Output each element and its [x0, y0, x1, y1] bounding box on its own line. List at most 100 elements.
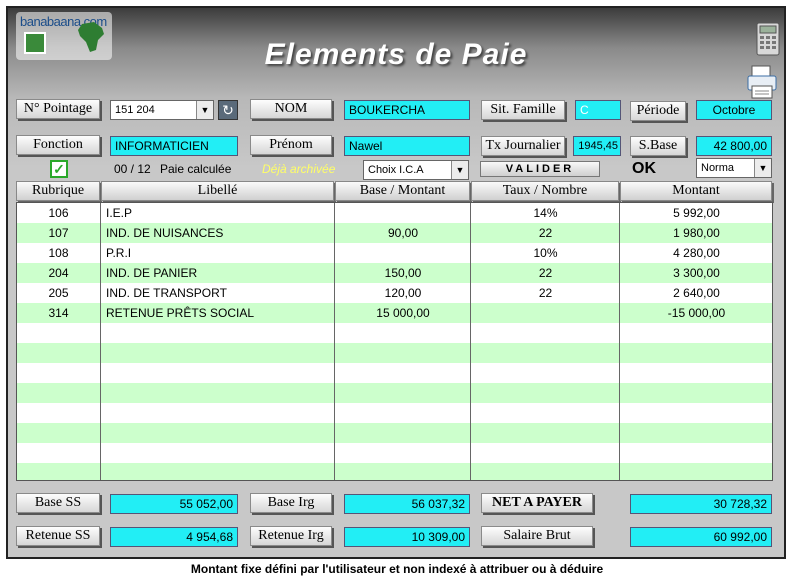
periode-field[interactable]: Octobre — [696, 100, 772, 120]
net-a-payer-field: 30 728,32 — [630, 494, 772, 514]
column-header-taux[interactable]: Taux / Nombre — [471, 181, 619, 201]
cell-rubrique — [17, 343, 101, 363]
table-row[interactable]: 314 RETENUE PRÊTS SOCIAL 15 000,00 -15 000,… — [17, 303, 772, 323]
cell-libelle — [102, 383, 335, 403]
valider-button[interactable]: VALIDER — [480, 161, 600, 177]
deja-archivee-text: Déjà archivée — [262, 162, 336, 176]
refresh-icon[interactable]: ↻ — [218, 100, 238, 120]
ok-status: OK — [632, 160, 656, 177]
cell-libelle — [102, 463, 335, 480]
empty-table-row[interactable] — [17, 443, 772, 463]
empty-table-row[interactable] — [17, 363, 772, 383]
cell-base — [336, 343, 471, 363]
fonction-label: Fonction — [16, 135, 100, 155]
cell-base: 120,00 — [336, 283, 471, 303]
choix-ica-value: Choix I.C.A — [368, 164, 424, 176]
empty-table-row[interactable] — [17, 343, 772, 363]
cell-base — [336, 383, 471, 403]
pointage-select[interactable]: 151 204 ▼ — [110, 100, 214, 120]
checkbox-checked-icon[interactable]: ✓ — [50, 160, 68, 178]
cell-montant: 3 300,00 — [673, 266, 720, 280]
cell-libelle: IND. DE TRANSPORT — [102, 283, 335, 303]
base-irg-field: 56 037,32 — [344, 494, 470, 514]
periode-label: Période — [630, 101, 686, 121]
cell-base: 90,00 — [336, 223, 471, 243]
table-row[interactable]: 107 IND. DE NUISANCES 90,00 22 1 980,00 — [17, 223, 772, 243]
sbase-label: S.Base — [630, 136, 686, 156]
prenom-field[interactable]: Nawel — [344, 136, 470, 156]
table-row[interactable]: 204 IND. DE PANIER 150,00 22 3 300,00 — [17, 263, 772, 283]
cell-base — [336, 243, 471, 263]
sbase-field[interactable]: 42 800,00 — [696, 136, 772, 156]
cell-rubrique — [17, 403, 101, 423]
empty-table-row[interactable] — [17, 383, 772, 403]
tx-journalier-label: Tx Journalier — [481, 136, 565, 156]
cell-libelle — [102, 403, 335, 423]
pointage-value: 151 204 — [115, 104, 155, 116]
cell-base: 150,00 — [336, 263, 471, 283]
cell-base — [336, 363, 471, 383]
page-title: Elements de Paie — [264, 38, 528, 71]
cell-base — [336, 323, 471, 343]
net-a-payer-label: NET A PAYER — [481, 493, 593, 513]
cell-rubrique: 204 — [17, 263, 101, 283]
empty-table-row[interactable] — [17, 423, 772, 443]
table-row[interactable]: 108 P.R.I 10% 4 280,00 — [17, 243, 772, 263]
cell-base: 15 000,00 — [336, 303, 471, 323]
grid-header: Rubrique Libellé Base / Montant Taux / N… — [16, 181, 773, 201]
cell-base — [336, 443, 471, 463]
cell-montant: 1 980,00 — [673, 226, 720, 240]
cell-taux — [472, 403, 620, 423]
cell-taux: 22 — [472, 263, 620, 283]
cell-montant: 4 280,00 — [673, 246, 720, 260]
empty-table-row[interactable] — [17, 463, 772, 480]
column-header-rubrique[interactable]: Rubrique — [16, 181, 100, 201]
cell-montant — [621, 403, 772, 423]
cell-libelle — [102, 443, 335, 463]
cell-montant: 5 992,00 — [673, 206, 720, 220]
cell-rubrique — [17, 383, 101, 403]
table-row[interactable]: 106 I.E.P 14% 5 992,00 — [17, 203, 772, 223]
empty-table-row[interactable] — [17, 403, 772, 423]
calculator-icon[interactable] — [756, 22, 780, 56]
empty-table-row[interactable] — [17, 323, 772, 343]
cell-libelle — [102, 363, 335, 383]
column-header-base[interactable]: Base / Montant — [335, 181, 470, 201]
tx-journalier-field[interactable]: 1945,45 — [573, 136, 621, 156]
cell-rubrique — [17, 463, 101, 480]
cell-montant — [621, 443, 772, 463]
cell-rubrique: 106 — [17, 203, 101, 223]
cell-libelle: IND. DE NUISANCES — [102, 223, 335, 243]
cell-taux: 22 — [472, 223, 620, 243]
cell-montant: -15 000,00 — [667, 306, 726, 320]
dropdown-arrow-icon[interactable]: ▼ — [754, 159, 771, 177]
retenue-irg-field: 10 309,00 — [344, 527, 470, 547]
column-header-montant[interactable]: Montant — [620, 181, 772, 201]
column-header-libelle[interactable]: Libellé — [101, 181, 334, 201]
choix-ica-select[interactable]: Choix I.C.A ▼ — [363, 160, 469, 180]
cell-libelle: RETENUE PRÊTS SOCIAL — [102, 303, 335, 323]
cell-rubrique: 314 — [17, 303, 101, 323]
retenue-irg-label: Retenue Irg — [250, 526, 332, 546]
mode-select[interactable]: Norma ▼ — [696, 158, 772, 178]
retenue-ss-label: Retenue SS — [16, 526, 100, 546]
sit-famille-label: Sit. Famille — [481, 100, 565, 120]
cell-montant: 2 640,00 — [673, 286, 720, 300]
dropdown-arrow-icon[interactable]: ▼ — [451, 161, 468, 179]
cell-taux: 14% — [472, 203, 620, 223]
cell-montant — [621, 423, 772, 443]
cell-taux — [472, 323, 620, 343]
mode-value: Norma — [701, 162, 735, 174]
dropdown-arrow-icon[interactable]: ▼ — [196, 101, 213, 119]
sit-famille-field[interactable]: C — [575, 100, 621, 120]
cell-libelle — [102, 323, 335, 343]
cell-rubrique: 107 — [17, 223, 101, 243]
cell-libelle: IND. DE PANIER — [102, 263, 335, 283]
cell-taux: 10% — [472, 243, 620, 263]
table-row[interactable]: 205 IND. DE TRANSPORT 120,00 22 2 640,00 — [17, 283, 772, 303]
nom-field[interactable]: BOUKERCHA — [344, 100, 470, 120]
cell-base — [336, 403, 471, 423]
fonction-field[interactable]: INFORMATICIEN — [110, 136, 238, 156]
nom-label: NOM — [250, 99, 332, 119]
printer-icon[interactable] — [746, 64, 778, 100]
